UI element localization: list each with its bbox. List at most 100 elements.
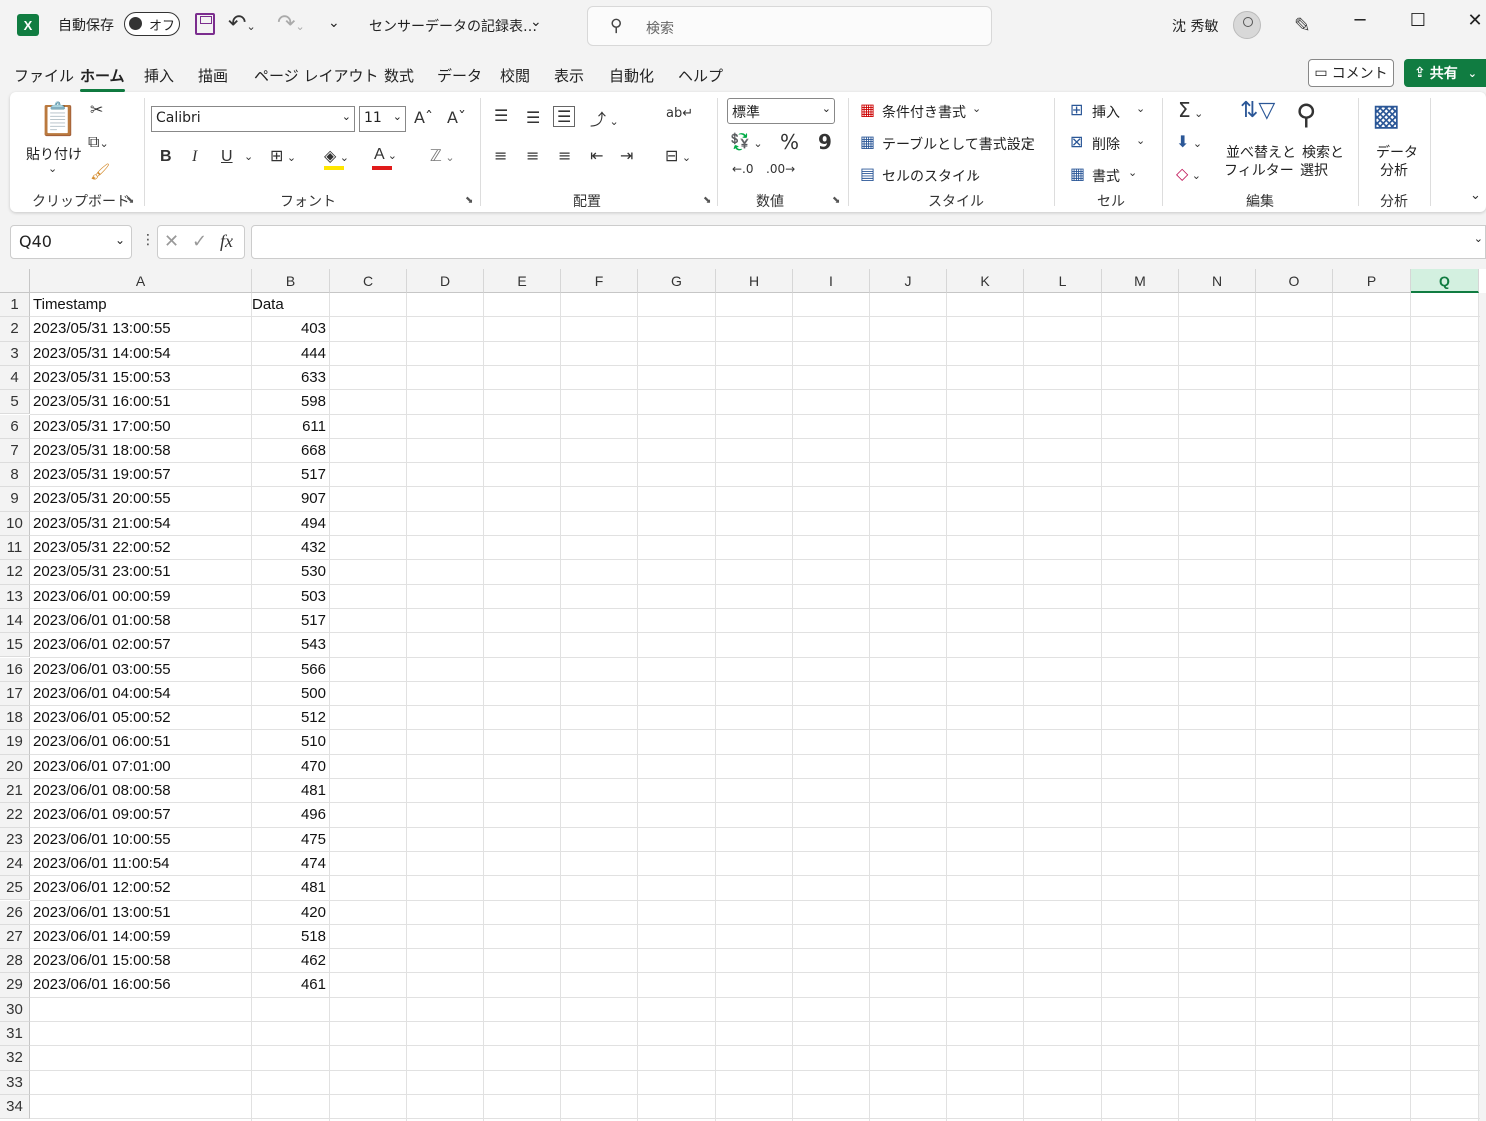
sort-filter-label-1[interactable]: 並べ替えと — [1226, 142, 1296, 162]
percent-button[interactable]: % — [780, 130, 799, 154]
timestamp-cell[interactable]: 2023/05/31 21:00:54 — [33, 512, 249, 536]
align-right-icon[interactable]: ≡ — [558, 146, 571, 165]
data-cell[interactable]: 481 — [252, 876, 326, 900]
formula-input[interactable]: ⌄ — [251, 225, 1486, 259]
share-button[interactable]: ⇪ 共有 ⌄ — [1404, 59, 1486, 87]
format-as-table-button[interactable]: テーブルとして書式設定 — [882, 134, 1035, 154]
timestamp-cell[interactable]: 2023/06/01 01:00:58 — [33, 609, 249, 633]
conditional-format-button[interactable]: 条件付き書式 — [882, 102, 966, 122]
chevron-down-icon[interactable]: ⌄ — [970, 166, 979, 179]
row-header[interactable]: 6 — [0, 414, 30, 439]
avatar[interactable] — [1233, 11, 1261, 39]
document-title[interactable]: センサーデータの記録表… — [369, 16, 537, 36]
row-header[interactable]: 8 — [0, 463, 30, 488]
header-cell-data[interactable]: Data — [252, 293, 326, 317]
row-header[interactable]: 18 — [0, 706, 30, 731]
find-select-label-1[interactable]: 検索と — [1302, 142, 1344, 162]
orientation-icon[interactable]: ⤴ ⌄ — [590, 106, 619, 130]
row-header[interactable]: 10 — [0, 511, 30, 536]
chevron-down-icon[interactable]: ⌄ — [1136, 134, 1145, 147]
close-button[interactable]: ✕ — [1460, 10, 1486, 31]
timestamp-cell[interactable]: 2023/06/01 10:00:55 — [33, 828, 249, 852]
ribbon-collapse-icon[interactable]: ⌄ — [1470, 188, 1481, 203]
row-header[interactable]: 25 — [0, 876, 30, 901]
data-cell[interactable]: 432 — [252, 536, 326, 560]
font-size-select[interactable]: 11 ⌄ — [359, 106, 406, 132]
cut-icon[interactable]: ✂ — [90, 100, 103, 119]
data-cell[interactable]: 512 — [252, 706, 326, 730]
data-cell[interactable]: 517 — [252, 463, 326, 487]
font-color-icon[interactable]: A ⌄ — [374, 146, 397, 164]
data-cell[interactable]: 668 — [252, 439, 326, 463]
data-cell[interactable]: 470 — [252, 755, 326, 779]
timestamp-cell[interactable]: 2023/05/31 18:00:58 — [33, 439, 249, 463]
underline-button[interactable]: U — [221, 148, 233, 166]
row-header[interactable]: 31 — [0, 1022, 30, 1047]
data-cell[interactable]: 474 — [252, 852, 326, 876]
data-cell[interactable]: 420 — [252, 901, 326, 925]
autosave-toggle[interactable]: オフ — [124, 12, 180, 36]
column-header-h[interactable]: H — [716, 269, 793, 293]
timestamp-cell[interactable]: 2023/06/01 14:00:59 — [33, 925, 249, 949]
data-cell[interactable]: 503 — [252, 585, 326, 609]
column-header-b[interactable]: B — [252, 269, 330, 293]
decrease-decimal-icon[interactable]: .00→ — [766, 162, 795, 176]
tab-page-layout[interactable]: ページ レイアウト — [254, 65, 378, 86]
row-header[interactable]: 22 — [0, 803, 30, 828]
maximize-button[interactable]: ☐ — [1403, 10, 1433, 31]
timestamp-cell[interactable]: 2023/06/01 12:00:52 — [33, 876, 249, 900]
row-header[interactable]: 3 — [0, 341, 30, 366]
align-left-icon[interactable]: ≡ — [494, 146, 507, 165]
row-header[interactable]: 2 — [0, 317, 30, 342]
row-header[interactable]: 7 — [0, 438, 30, 464]
tab-automate[interactable]: 自動化 — [609, 65, 654, 86]
spreadsheet-grid[interactable]: A B C D E F G H I J K L M N O P Q 1 2 3 4 5 6 7 8 9 10 11 12 13 14 15 16… — [0, 269, 1486, 1121]
timestamp-cell[interactable]: 2023/06/01 06:00:51 — [33, 730, 249, 754]
timestamp-cell[interactable]: 2023/05/31 14:00:54 — [33, 342, 249, 366]
data-cell[interactable]: 494 — [252, 512, 326, 536]
data-cell[interactable]: 461 — [252, 973, 326, 997]
data-cell[interactable]: 510 — [252, 730, 326, 754]
autosum-icon[interactable]: Σ ⌄ — [1178, 98, 1203, 122]
chevron-down-icon[interactable]: ⌄ — [1136, 102, 1145, 115]
row-header[interactable]: 30 — [0, 997, 30, 1022]
phonetic-icon[interactable]: ℤ ⌄ — [430, 146, 455, 165]
timestamp-cell[interactable]: 2023/05/31 15:00:53 — [33, 366, 249, 390]
row-header[interactable]: 14 — [0, 608, 30, 634]
column-header-i[interactable]: I — [793, 269, 870, 293]
data-cell[interactable]: 444 — [252, 342, 326, 366]
fill-color-icon[interactable]: ◈ ⌄ — [324, 146, 349, 165]
insert-function-button[interactable]: fx — [220, 231, 233, 252]
data-cell[interactable]: 633 — [252, 366, 326, 390]
timestamp-cell[interactable]: 2023/06/01 16:00:56 — [33, 973, 249, 997]
data-cell[interactable]: 598 — [252, 390, 326, 414]
sort-filter-label-2[interactable]: フィルター — [1224, 160, 1294, 180]
timestamp-cell[interactable]: 2023/05/31 23:00:51 — [33, 560, 249, 584]
row-header[interactable]: 5 — [0, 390, 30, 415]
bold-button[interactable]: B — [160, 148, 172, 166]
row-header[interactable]: 32 — [0, 1046, 30, 1071]
row-header[interactable]: 9 — [0, 487, 30, 512]
find-select-label-2[interactable]: 選択 — [1300, 160, 1328, 180]
increase-font-icon[interactable]: Aˆ — [414, 108, 433, 127]
data-cell[interactable]: 543 — [252, 633, 326, 657]
row-header[interactable]: 19 — [0, 730, 30, 755]
data-cell[interactable]: 907 — [252, 487, 326, 511]
chevron-down-icon[interactable]: ⌄ — [972, 102, 981, 115]
minimize-button[interactable]: ─ — [1345, 10, 1375, 31]
more-icon[interactable]: ⋮ — [141, 232, 155, 248]
dialog-launcher-icon[interactable]: ⬊ — [126, 195, 134, 206]
header-cell-timestamp[interactable]: Timestamp — [33, 293, 249, 317]
data-cell[interactable]: 566 — [252, 658, 326, 682]
align-bottom-icon[interactable]: ☰ — [553, 106, 576, 127]
customize-qat-icon[interactable]: ⌄ — [328, 15, 340, 31]
column-header-d[interactable]: D — [407, 269, 484, 293]
search-box[interactable]: ⚲ 検索 — [587, 6, 992, 46]
timestamp-cell[interactable]: 2023/05/31 17:00:50 — [33, 415, 249, 439]
column-header-g[interactable]: G — [638, 269, 716, 293]
tab-formulas[interactable]: 数式 — [384, 65, 414, 86]
undo-icon[interactable]: ↶⌄ — [228, 11, 256, 36]
row-header[interactable]: 29 — [0, 973, 30, 998]
timestamp-cell[interactable]: 2023/06/01 07:01:00 — [33, 755, 249, 779]
column-header-m[interactable]: M — [1102, 269, 1179, 293]
